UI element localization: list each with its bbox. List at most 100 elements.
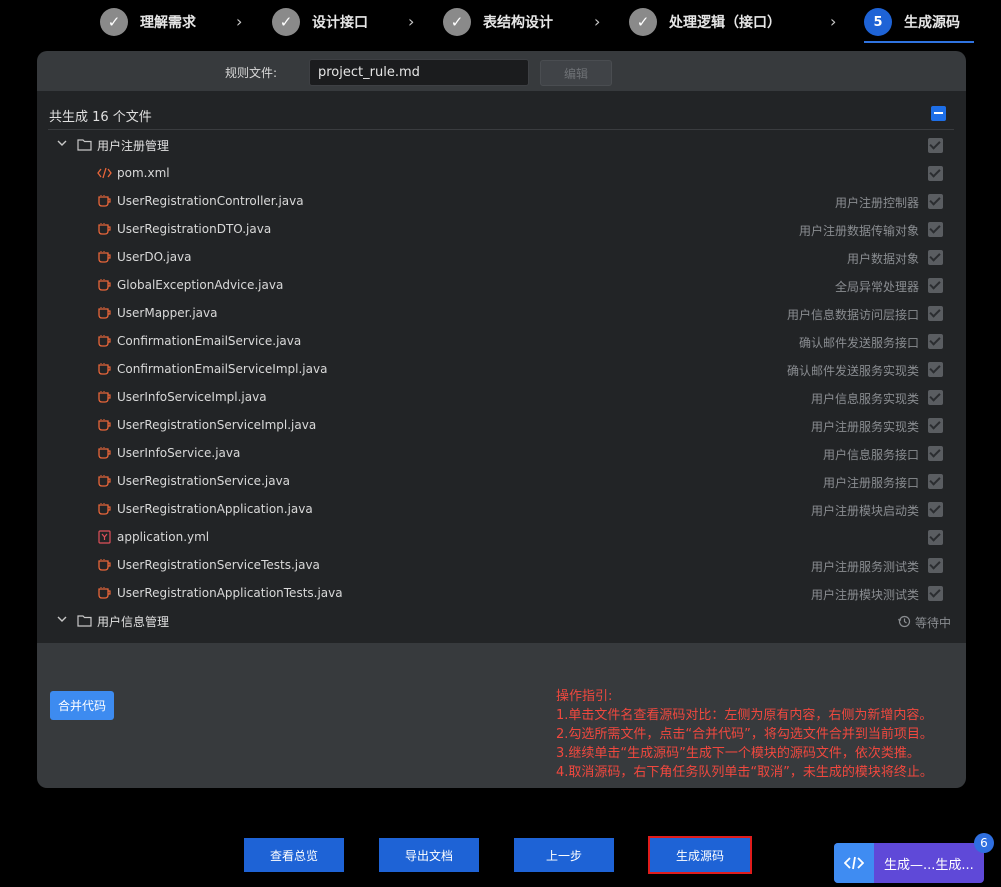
yml-icon: [97, 530, 112, 544]
file-checkbox[interactable]: [928, 530, 943, 545]
xml-icon: [97, 166, 112, 180]
edit-button[interactable]: 编辑: [540, 60, 612, 86]
file-description: 全局异常处理器: [834, 280, 919, 294]
file-row[interactable]: UserDO.java 用户数据对象: [37, 243, 966, 271]
file-row[interactable]: UserRegistrationController.java 用户注册控制器: [37, 187, 966, 215]
file-name[interactable]: UserMapper.java: [117, 306, 217, 320]
file-checkbox[interactable]: [928, 418, 943, 433]
file-row[interactable]: UserRegistrationApplication.java 用户注册模块启动…: [37, 495, 966, 523]
select-all-checkbox[interactable]: [931, 106, 946, 121]
file-name[interactable]: UserDO.java: [117, 250, 192, 264]
step-5[interactable]: 5 生成源码: [864, 7, 960, 37]
file-row[interactable]: UserRegistrationDTO.java 用户注册数据传输对象: [37, 215, 966, 243]
step-3[interactable]: ✓ 表结构设计: [443, 7, 553, 37]
previous-step-button[interactable]: 上一步: [514, 838, 614, 872]
file-row[interactable]: GlobalExceptionAdvice.java 全局异常处理器: [37, 271, 966, 299]
check-icon: ✓: [272, 8, 300, 36]
file-checkbox[interactable]: [928, 390, 943, 405]
step-label: 表结构设计: [483, 15, 553, 31]
task-count-badge: 6: [974, 833, 994, 853]
generate-source-button[interactable]: 生成源码: [648, 836, 752, 874]
java-icon: [97, 418, 112, 432]
file-checkbox[interactable]: [928, 222, 943, 237]
check-icon: ✓: [629, 8, 657, 36]
java-icon: [97, 222, 112, 236]
overview-button[interactable]: 查看总览: [244, 838, 344, 872]
rule-file-label: 规则文件:: [225, 66, 278, 80]
file-name[interactable]: UserRegistrationService.java: [117, 474, 290, 488]
file-name[interactable]: ConfirmationEmailService.java: [117, 334, 301, 348]
chevron-down-icon[interactable]: [57, 137, 67, 147]
java-icon: [97, 502, 112, 516]
file-name[interactable]: ConfirmationEmailServiceImpl.java: [117, 362, 327, 376]
file-checkbox[interactable]: [928, 502, 943, 517]
java-icon: [97, 586, 112, 600]
file-name[interactable]: UserRegistrationDTO.java: [117, 222, 271, 236]
file-checkbox[interactable]: [928, 586, 943, 601]
step-label: 处理逻辑（接口）: [669, 15, 781, 31]
file-name[interactable]: pom.xml: [117, 166, 170, 180]
divider: [48, 129, 954, 130]
group-row[interactable]: 用户信息管理 等待中: [37, 607, 966, 635]
rule-file-input[interactable]: [309, 59, 529, 86]
step-2[interactable]: ✓ 设计接口: [272, 7, 368, 37]
file-name[interactable]: application.yml: [117, 530, 209, 544]
java-icon: [97, 446, 112, 460]
step-4[interactable]: ✓ 处理逻辑（接口）: [629, 7, 781, 37]
waiting-label: 等待中: [914, 616, 951, 630]
file-row[interactable]: ConfirmationEmailServiceImpl.java 确认邮件发送服…: [37, 355, 966, 383]
file-checkbox[interactable]: [928, 194, 943, 209]
export-doc-button[interactable]: 导出文档: [379, 838, 479, 872]
merge-code-button[interactable]: 合并代码: [50, 691, 114, 720]
file-description: 用户注册模块测试类: [810, 588, 919, 602]
java-icon: [97, 362, 112, 376]
file-row[interactable]: UserRegistrationServiceTests.java 用户注册服务测…: [37, 551, 966, 579]
folder-icon: [77, 138, 92, 151]
file-name[interactable]: UserRegistrationServiceImpl.java: [117, 418, 316, 432]
file-row[interactable]: UserInfoServiceImpl.java 用户信息服务实现类: [37, 383, 966, 411]
file-row[interactable]: UserRegistrationService.java 用户注册服务接口: [37, 467, 966, 495]
file-name[interactable]: UserInfoService.java: [117, 446, 240, 460]
file-row[interactable]: UserRegistrationApplicationTests.java 用户注…: [37, 579, 966, 607]
java-icon: [97, 194, 112, 208]
file-checkbox[interactable]: [928, 166, 943, 181]
rule-file-row: 规则文件: 编辑: [37, 51, 966, 91]
file-name[interactable]: UserRegistrationApplicationTests.java: [117, 586, 343, 600]
chevron-down-icon[interactable]: [57, 613, 67, 623]
java-icon: [97, 334, 112, 348]
steps-bar: ✓ 理解需求 › ✓ 设计接口 › ✓ 表结构设计 › ✓ 处理逻辑（接口） ›…: [0, 0, 1001, 44]
file-row[interactable]: UserRegistrationServiceImpl.java 用户注册服务实现…: [37, 411, 966, 439]
file-checkbox[interactable]: [928, 334, 943, 349]
task-queue-button[interactable]: 生成—...生成...: [834, 843, 984, 883]
history-icon: [898, 615, 915, 631]
file-name[interactable]: UserRegistrationServiceTests.java: [117, 558, 320, 572]
step-label: 理解需求: [140, 15, 196, 31]
file-checkbox[interactable]: [928, 474, 943, 489]
file-row[interactable]: application.yml: [37, 523, 966, 551]
file-checkbox[interactable]: [928, 306, 943, 321]
java-icon: [97, 278, 112, 292]
file-checkbox[interactable]: [928, 278, 943, 293]
check-icon: ✓: [100, 8, 128, 36]
file-checkbox[interactable]: [928, 362, 943, 377]
group-row[interactable]: 用户注册管理: [37, 131, 966, 159]
file-name[interactable]: GlobalExceptionAdvice.java: [117, 278, 283, 292]
file-name[interactable]: UserInfoServiceImpl.java: [117, 390, 267, 404]
file-checkbox[interactable]: [928, 446, 943, 461]
file-description: 用户注册服务实现类: [810, 420, 919, 434]
step-1[interactable]: ✓ 理解需求: [100, 7, 196, 37]
java-icon: [97, 558, 112, 572]
file-row[interactable]: ConfirmationEmailService.java 确认邮件发送服务接口: [37, 327, 966, 355]
file-row[interactable]: pom.xml: [37, 159, 966, 187]
guide-line: 1.单击文件名查看源码对比：左侧为原有内容，右侧为新增内容。: [556, 708, 933, 723]
file-description: 用户信息服务接口: [822, 448, 919, 462]
group-checkbox[interactable]: [928, 138, 943, 153]
java-icon: [97, 474, 112, 488]
file-description: 用户信息服务实现类: [810, 392, 919, 406]
file-checkbox[interactable]: [928, 250, 943, 265]
file-name[interactable]: UserRegistrationApplication.java: [117, 502, 313, 516]
file-checkbox[interactable]: [928, 558, 943, 573]
file-row[interactable]: UserInfoService.java 用户信息服务接口: [37, 439, 966, 467]
file-row[interactable]: UserMapper.java 用户信息数据访问层接口: [37, 299, 966, 327]
file-name[interactable]: UserRegistrationController.java: [117, 194, 304, 208]
